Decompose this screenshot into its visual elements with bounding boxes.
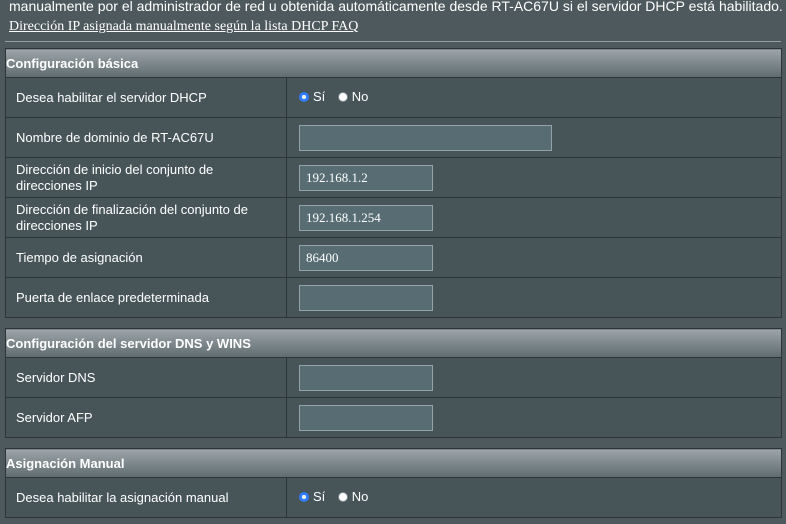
dhcp-no-label: No — [351, 89, 369, 104]
default-gateway-label: Puerta de enlace predeterminada — [5, 277, 287, 318]
domain-name-input[interactable] — [299, 124, 552, 151]
manual-assignment-table: Asignación Manual Desea habilitar la asi… — [5, 448, 782, 518]
dhcp-server-label: Desea habilitar el servidor DHCP — [5, 77, 287, 118]
radio-selected-icon[interactable] — [299, 491, 309, 502]
ip-pool-start-label: Dirección de inicio del conjunto de dire… — [5, 157, 287, 198]
domain-name-label: Nombre de dominio de RT-AC67U — [5, 117, 287, 158]
manual-assignment-label: Desea habilitar la asignación manual — [5, 477, 287, 518]
dns-server-label: Servidor DNS — [5, 357, 287, 398]
ip-pool-start-input[interactable]: 192.168.1.2 — [299, 164, 433, 191]
dhcp-no-radio[interactable]: No — [337, 89, 369, 104]
ip-pool-end-input[interactable]: 192.168.1.254 — [299, 204, 433, 231]
radio-selected-icon[interactable] — [299, 91, 309, 102]
manual-no-radio[interactable]: No — [337, 489, 369, 504]
manual-yes-radio[interactable]: Sí — [299, 489, 325, 504]
afp-server-label: Servidor AFP — [5, 397, 287, 438]
dhcp-server-options: Sí No — [286, 77, 782, 118]
ip-pool-end-label: Dirección de finalización del conjunto d… — [5, 197, 287, 238]
basic-config-table: Configuración básica Desea habilitar el … — [5, 48, 782, 318]
dhcp-yes-label: Sí — [313, 89, 326, 104]
manual-assignment-options: Sí No — [286, 477, 782, 518]
lease-time-label: Tiempo de asignación — [5, 237, 287, 278]
dhcp-yes-radio[interactable]: Sí — [299, 89, 325, 104]
lease-time-input[interactable]: 86400 — [299, 244, 433, 271]
manual-no-label: No — [351, 489, 369, 504]
dns-config-table: Configuración del servidor DNS y WINS Se… — [5, 328, 782, 438]
faq-link[interactable]: Dirección IP asignada manualmente según … — [9, 19, 358, 35]
afp-server-input[interactable] — [299, 404, 433, 431]
radio-unselected-icon[interactable] — [337, 91, 348, 102]
radio-unselected-icon[interactable] — [337, 491, 348, 502]
basic-config-title: Configuración básica — [5, 48, 782, 78]
manual-assignment-title: Asignación Manual — [5, 448, 782, 478]
divider — [5, 41, 781, 42]
dns-server-input[interactable] — [299, 364, 433, 391]
intro-text: manualmente por el administrador de red … — [9, 0, 783, 14]
manual-yes-label: Sí — [313, 489, 326, 504]
dns-config-title: Configuración del servidor DNS y WINS — [5, 328, 782, 358]
default-gateway-input[interactable] — [299, 284, 433, 311]
